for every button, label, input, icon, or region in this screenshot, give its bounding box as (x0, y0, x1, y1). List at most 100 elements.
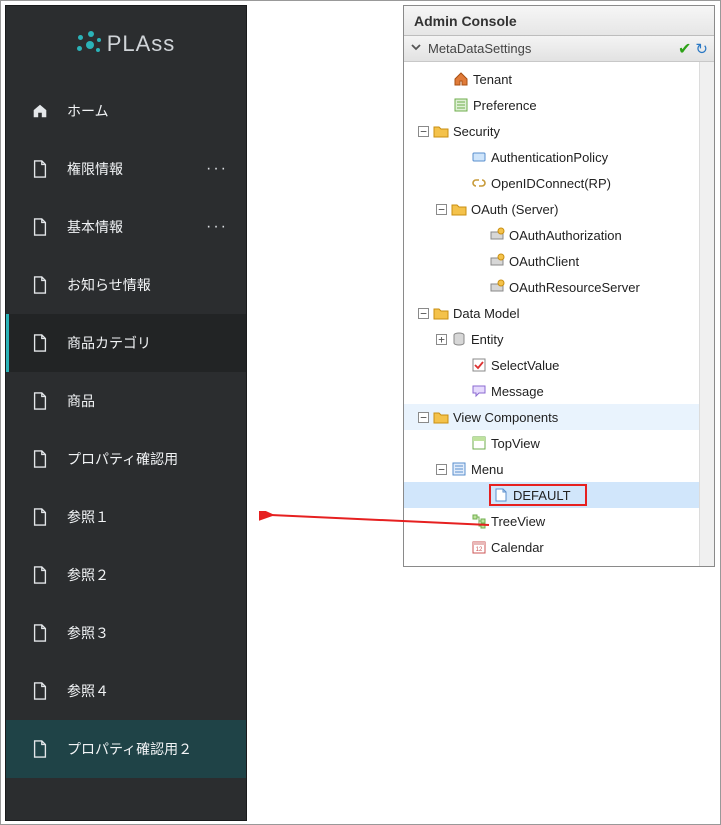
folder-icon (433, 305, 449, 321)
sidebar-item-4[interactable]: 商品カテゴリ (6, 314, 246, 372)
check-icon[interactable]: ✔ (678, 39, 691, 59)
tree-row-oauth-server-[interactable]: − OAuth (Server) (404, 196, 714, 222)
highlighted-node: DEFAULT (489, 484, 587, 506)
tree-node-label: OpenIDConnect(RP) (491, 176, 611, 191)
tree-node-label: Message (491, 384, 544, 399)
tree-row-oauthauthorization[interactable]: OAuthAuthorization (404, 222, 714, 248)
sidebar-item-0[interactable]: ホーム (6, 82, 246, 140)
svr-icon (489, 253, 505, 269)
tree-row-openidconnect-rp-[interactable]: OpenIDConnect(RP) (404, 170, 714, 196)
sidebar-item-7[interactable]: 参照１ (6, 488, 246, 546)
tree-row-treeview[interactable]: TreeView (404, 508, 714, 534)
tree-node-label: DEFAULT (513, 488, 571, 503)
folder-icon (433, 123, 449, 139)
sidebar-item-label: 商品 (67, 392, 230, 410)
tree-node-label: Preference (473, 98, 537, 113)
expand-toggle[interactable]: − (418, 308, 429, 319)
folder-icon (451, 201, 467, 217)
admin-console-panel: Admin Console MetaDataSettings ✔ ↻ Tenan… (403, 5, 715, 567)
file-icon (31, 160, 49, 178)
file-icon (31, 392, 49, 410)
section-label: MetaDataSettings (428, 41, 678, 56)
tree-row-oauthresourceserver[interactable]: OAuthResourceServer (404, 274, 714, 300)
tree-node-label: OAuthAuthorization (509, 228, 622, 243)
sel-icon (471, 357, 487, 373)
expand-toggle[interactable]: − (418, 412, 429, 423)
tree-row-default[interactable]: DEFAULT (404, 482, 714, 508)
scrollbar[interactable] (699, 62, 714, 566)
svg-text:12: 12 (476, 547, 483, 553)
tree-node-label: OAuth (Server) (471, 202, 558, 217)
tree-row-preference[interactable]: Preference (404, 92, 714, 118)
file-icon (31, 682, 49, 700)
tree-node-label: Security (453, 124, 500, 139)
tree-row-oauthclient[interactable]: OAuthClient (404, 248, 714, 274)
sidebar-item-label: 参照２ (67, 566, 230, 584)
file-icon (31, 508, 49, 526)
file-icon (31, 740, 49, 758)
tree-row-data-model[interactable]: − Data Model (404, 300, 714, 326)
sidebar-item-9[interactable]: 参照３ (6, 604, 246, 662)
sidebar-item-2[interactable]: 基本情報··· (6, 198, 246, 256)
sidebar-item-label: 参照４ (67, 682, 230, 700)
db-icon (451, 331, 467, 347)
sidebar-item-1[interactable]: 権限情報··· (6, 140, 246, 198)
tree-node-label: TopView (491, 436, 540, 451)
expand-toggle[interactable]: − (436, 204, 447, 215)
expand-toggle[interactable]: − (436, 464, 447, 475)
menu-icon (451, 461, 467, 477)
cal-icon: 12 (471, 539, 487, 555)
folder-icon (433, 409, 449, 425)
tree-node-label: Calendar (491, 540, 544, 555)
tree-node-label: AuthenticationPolicy (491, 150, 608, 165)
tree-row-selectvalue[interactable]: SelectValue (404, 352, 714, 378)
tree-node-label: Tenant (473, 72, 512, 87)
tree-icon (471, 513, 487, 529)
sidebar-logo: PLAss (6, 6, 246, 82)
page-icon (493, 487, 509, 503)
tree-row-authenticationpolicy[interactable]: AuthenticationPolicy (404, 144, 714, 170)
svr-icon (489, 279, 505, 295)
tree-node-label: SelectValue (491, 358, 559, 373)
expand-toggle[interactable]: − (418, 126, 429, 137)
sidebar-item-8[interactable]: 参照２ (6, 546, 246, 604)
expand-toggle[interactable]: + (436, 334, 447, 345)
sidebar-item-label: プロパティ確認用 (67, 450, 230, 468)
section-header[interactable]: MetaDataSettings ✔ ↻ (404, 36, 714, 62)
tree-node-label: Entity (471, 332, 504, 347)
sidebar-item-label: お知らせ情報 (67, 276, 230, 294)
file-icon (31, 276, 49, 294)
tree-node-label: Menu (471, 462, 504, 477)
more-icon[interactable]: ··· (206, 160, 230, 178)
sidebar-item-3[interactable]: お知らせ情報 (6, 256, 246, 314)
tree-row-security[interactable]: − Security (404, 118, 714, 144)
link-icon (471, 175, 487, 191)
tree-node-label: View Components (453, 410, 558, 425)
sidebar-item-5[interactable]: 商品 (6, 372, 246, 430)
sidebar: PLAss ホーム権限情報···基本情報··· お知らせ情報商品カテゴリ商品プロパ… (5, 5, 247, 821)
sidebar-item-label: 参照１ (67, 508, 230, 526)
sidebar-item-11[interactable]: プロパティ確認用２ (6, 720, 246, 778)
file-icon (31, 566, 49, 584)
file-icon (31, 450, 49, 468)
file-icon (31, 624, 49, 642)
tree-row-message[interactable]: Message (404, 378, 714, 404)
refresh-icon[interactable]: ↻ (695, 40, 708, 58)
svr-icon (489, 227, 505, 243)
sidebar-item-6[interactable]: プロパティ確認用 (6, 430, 246, 488)
sidebar-menu: ホーム権限情報···基本情報···お知らせ情報商品カテゴリ商品プロパティ確認用参… (6, 82, 246, 778)
tree-row-tenant[interactable]: Tenant (404, 66, 714, 92)
tree-row-calendar[interactable]: 12 Calendar (404, 534, 714, 560)
tree-node-label: Data Model (453, 306, 519, 321)
form-icon (453, 97, 469, 113)
sidebar-item-10[interactable]: 参照４ (6, 662, 246, 720)
logo-text: PLAss (107, 31, 176, 57)
file-icon (31, 334, 49, 352)
console-title: Admin Console (404, 6, 714, 36)
file-icon (31, 218, 49, 236)
tree-row-menu[interactable]: − Menu (404, 456, 714, 482)
more-icon[interactable]: ··· (206, 218, 230, 236)
tree-row-entity[interactable]: + Entity (404, 326, 714, 352)
tree-row-view-components[interactable]: − View Components (404, 404, 714, 430)
tree-row-topview[interactable]: TopView (404, 430, 714, 456)
